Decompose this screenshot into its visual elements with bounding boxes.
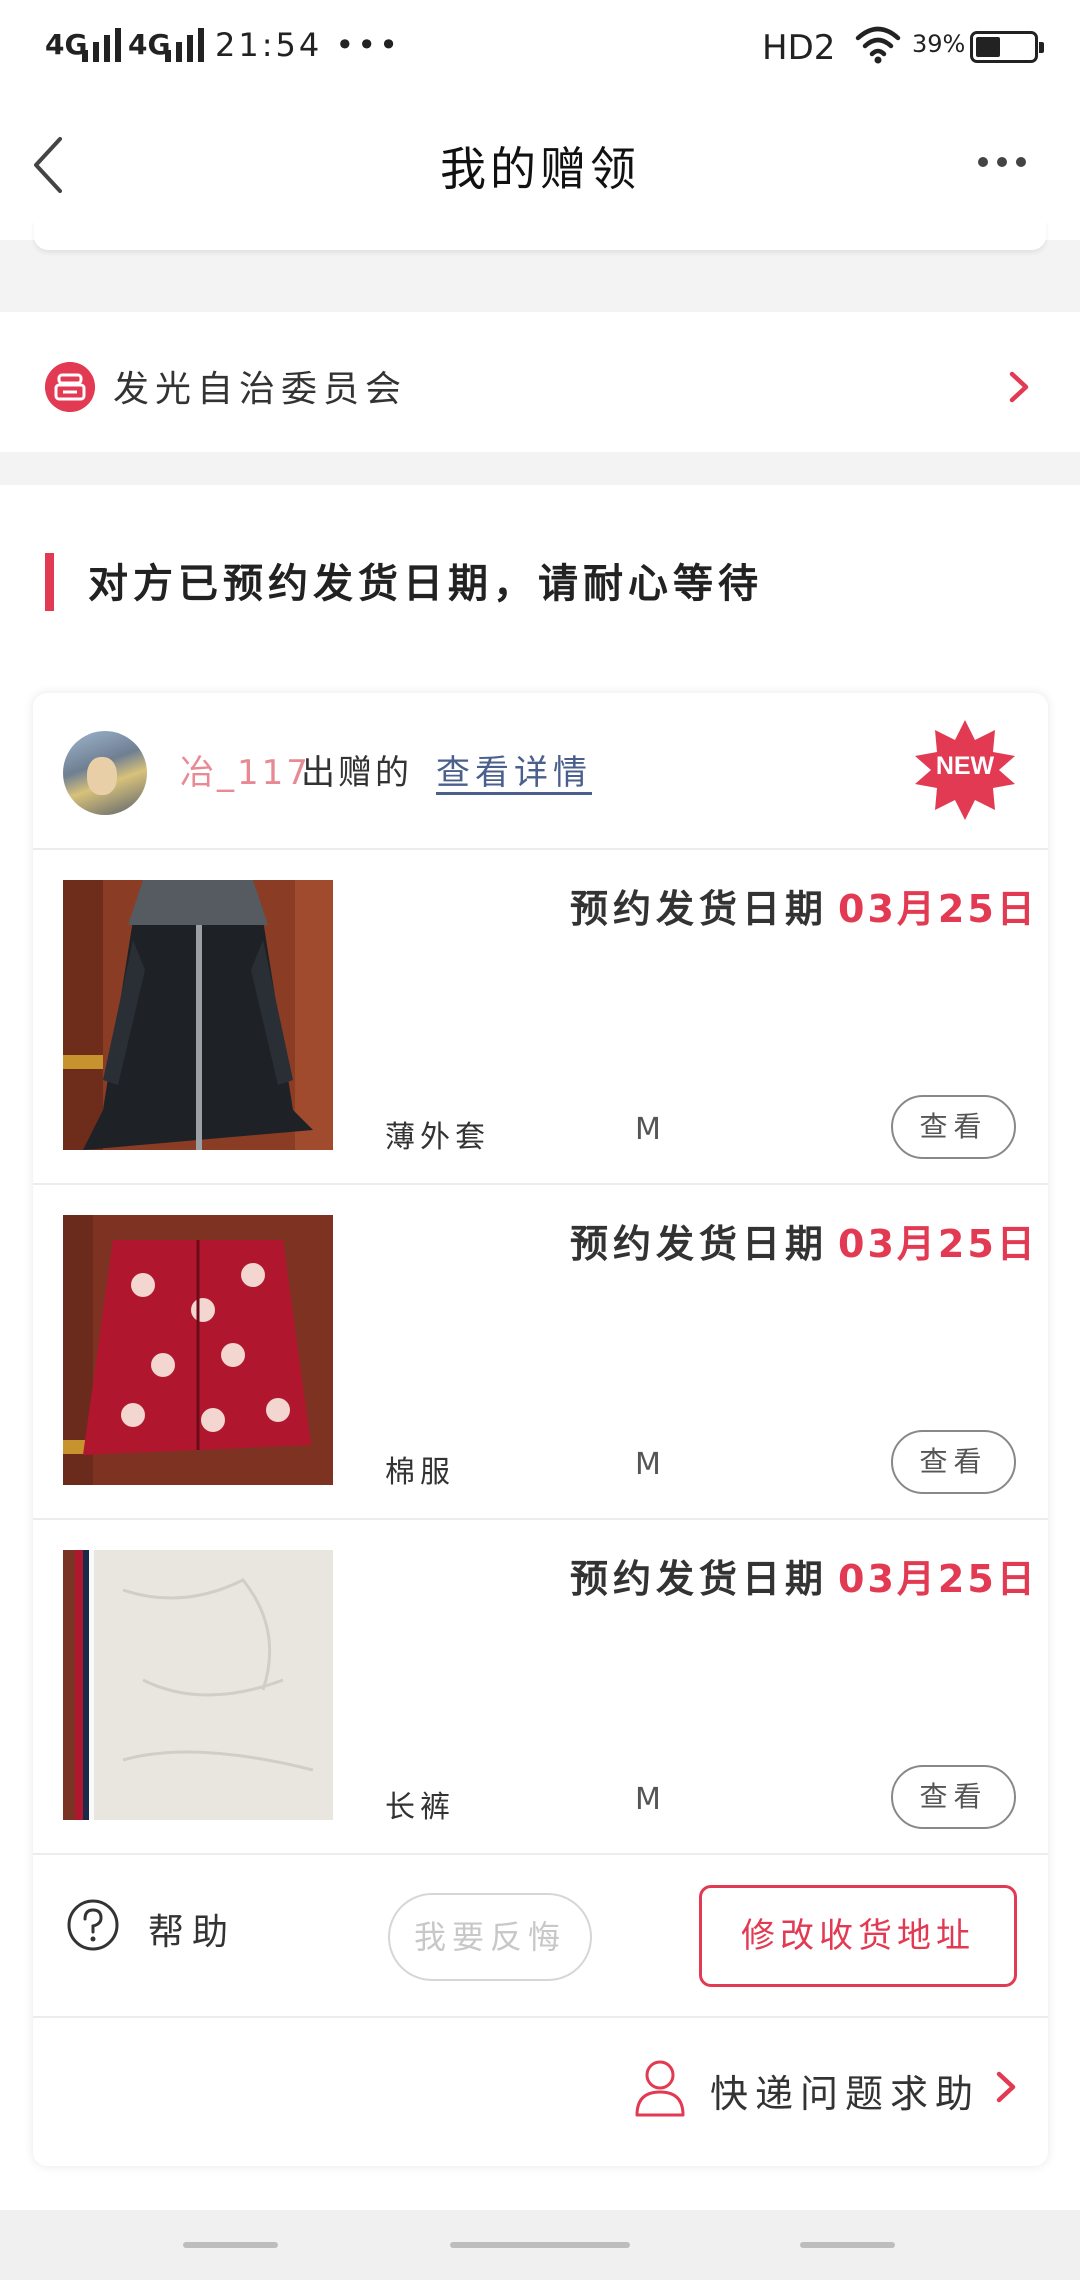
ship-date-value: 03月25日 [838,1222,1038,1266]
item-name: 薄外套 [385,1120,490,1155]
item-size: M [635,1782,661,1817]
item-size: M [635,1112,661,1147]
more-icon[interactable] [978,157,1026,167]
accent-bar [45,553,54,611]
page-title: 我的赠领 [440,142,640,196]
home-gesture-bar[interactable] [450,2242,630,2248]
hd-indicator: HD2 [762,28,836,68]
system-nav-bar [0,2210,1080,2280]
nav-bar: 我的赠领 [0,95,1080,240]
order-actions: 帮助 我要反悔 修改收货地址 [33,1853,1048,2018]
order-header: 冶_117 出赠的 查看详情 NEW [33,693,1048,850]
express-help-row[interactable]: 快递问题求助 [33,2018,1048,2166]
list-item: 预约发货日期 03月25日 长裤 M 查看 [33,1520,1048,1855]
regret-button[interactable]: 我要反悔 [388,1893,592,1981]
person-icon [635,2060,685,2117]
help-icon[interactable] [66,1898,120,1952]
express-help-label: 快递问题求助 [710,2072,981,2116]
committee-icon [45,362,95,412]
order-card: 冶_117 出赠的 查看详情 NEW 预约发货日期 03月25日 薄外套 M 查… [33,693,1048,2166]
view-item-button[interactable]: 查看 [891,1430,1016,1494]
item-photo-padded-coat[interactable] [63,1215,333,1485]
committee-label: 发光自治委员会 [113,369,408,410]
ship-date-label: 预约发货日期 [570,1222,829,1266]
new-badge: NEW [913,718,1017,822]
list-item: 预约发货日期 03月25日 棉服 M 查看 [33,1185,1048,1520]
battery-percent: 39% [912,30,966,58]
back-gesture-bar[interactable] [800,2242,895,2248]
chevron-right-icon [1009,371,1029,403]
ship-date-value: 03月25日 [838,887,1038,931]
chevron-right-icon [996,2071,1016,2103]
clock: 21:54 ••• [215,26,402,64]
view-item-button[interactable]: 查看 [891,1765,1016,1829]
ship-date-value: 03月25日 [838,1557,1038,1601]
status-bar: 4G 4G 21:54 ••• HD2 39% [0,0,1080,95]
avatar[interactable] [63,731,147,815]
list-item: 预约发货日期 03月25日 薄外套 M 查看 [33,850,1048,1185]
donated-text: 出赠的 [301,753,412,793]
view-detail-link[interactable]: 查看详情 [436,745,592,794]
ship-date-label: 预约发货日期 [570,1557,829,1601]
committee-row[interactable]: 发光自治委员会 [0,312,1080,452]
item-name: 棉服 [385,1455,455,1490]
previous-card-edge [34,220,1046,250]
recents-gesture-bar[interactable] [183,2242,278,2248]
wifi-icon [855,26,901,64]
battery-icon [970,31,1044,63]
view-item-button[interactable]: 查看 [891,1095,1016,1159]
change-address-button[interactable]: 修改收货地址 [699,1885,1017,1987]
item-size: M [635,1447,661,1482]
status-message: 对方已预约发货日期，请耐心等待 [88,561,763,607]
help-label[interactable]: 帮助 [148,1903,236,1955]
signal-icon-2 [165,28,204,62]
item-name: 长裤 [385,1790,455,1825]
ship-date-label: 预约发货日期 [570,887,829,931]
new-badge-label: NEW [935,752,995,780]
signal-icon [82,28,121,62]
item-photo-jacket[interactable] [63,880,333,1150]
donor-name[interactable]: 冶_117 [180,745,311,794]
item-photo-trousers[interactable] [63,1550,333,1820]
